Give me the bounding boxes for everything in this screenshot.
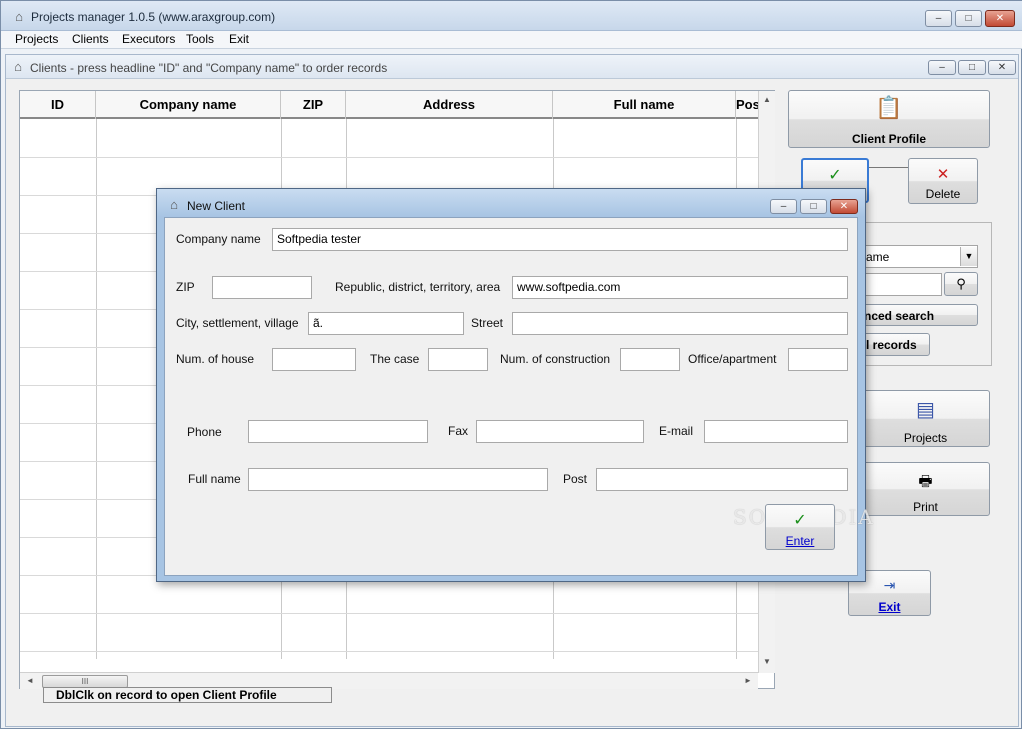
city-input[interactable]: ã.: [308, 312, 464, 335]
street-input[interactable]: [512, 312, 848, 335]
delete-label: Delete: [925, 187, 961, 201]
main-window: ⌂ Projects manager 1.0.5 (www.araxgroup.…: [0, 0, 1022, 729]
grid-header: ID Company name ZIP Address Full name Po…: [20, 91, 758, 119]
menu-exit[interactable]: Exit: [229, 32, 249, 46]
status-hint: DblClk on record to open Client Profile: [43, 687, 332, 703]
post-label: Post: [563, 472, 588, 486]
search-input[interactable]: [861, 273, 942, 296]
menu-clients[interactable]: Clients: [72, 32, 109, 46]
office-label: Office/apartment: [688, 352, 777, 366]
enter-button[interactable]: ✓ Enter: [765, 504, 835, 550]
street-label: Street: [471, 316, 504, 330]
city-label: City, settlement, village: [176, 316, 299, 330]
phone-label: Phone: [187, 425, 222, 439]
dialog-titlebar[interactable]: ⌂ New Client – □ ✕: [157, 189, 865, 217]
column-header-full-name[interactable]: Full name: [553, 91, 736, 119]
print-label: Print: [913, 500, 938, 514]
construction-label: Num. of construction: [500, 352, 611, 366]
scroll-up-icon[interactable]: ▲: [759, 92, 775, 108]
case-label: The case: [370, 352, 420, 366]
clients-window-title: Clients - press headline "ID" and "Compa…: [30, 61, 388, 75]
connector-line: [869, 167, 909, 168]
case-input[interactable]: [428, 348, 488, 371]
chevron-down-icon[interactable]: ▼: [960, 247, 977, 266]
fax-input[interactable]: [476, 420, 644, 443]
region-input[interactable]: www.softpedia.com: [512, 276, 848, 299]
house-label: Num. of house: [176, 352, 255, 366]
grid-row-divider: [20, 157, 758, 158]
child-close-button[interactable]: ✕: [988, 60, 1016, 75]
house-icon: ⌂: [15, 9, 23, 24]
client-profile-label: Client Profile: [851, 132, 926, 146]
phone-input[interactable]: [248, 420, 428, 443]
grid-column-divider: [96, 119, 97, 659]
dialog-maximize-button[interactable]: □: [800, 199, 827, 214]
region-label: Republic, district, territory, area: [335, 280, 501, 294]
projects-button[interactable]: ▤ Projects: [861, 390, 990, 447]
projects-label: Projects: [903, 431, 948, 445]
fax-label: Fax: [448, 424, 469, 438]
enter-label: Enter: [785, 534, 815, 548]
search-field-select-value: ame: [866, 250, 890, 264]
house-input[interactable]: [272, 348, 356, 371]
maximize-button[interactable]: □: [955, 10, 982, 27]
exit-label: Exit: [878, 600, 901, 614]
scroll-right-icon[interactable]: ►: [740, 673, 756, 689]
menu-projects[interactable]: Projects: [15, 32, 58, 46]
minimize-button[interactable]: –: [925, 10, 952, 27]
zip-label: ZIP: [176, 280, 195, 294]
house-icon: ⌂: [14, 59, 22, 74]
dialog-minimize-button[interactable]: –: [770, 199, 797, 214]
search-field-select[interactable]: ame ▼: [861, 245, 978, 268]
child-maximize-button[interactable]: □: [958, 60, 986, 75]
company-name-input[interactable]: Softpedia tester: [272, 228, 848, 251]
column-header-post[interactable]: Pos: [736, 91, 758, 119]
projects-folders-icon: ▤: [916, 399, 935, 421]
dialog-title: New Client: [187, 199, 246, 213]
scroll-down-icon[interactable]: ▼: [759, 654, 775, 670]
menubar: Projects Clients Executors Tools Exit: [1, 31, 1022, 49]
client-profile-button[interactable]: 📋 Client Profile: [788, 90, 990, 148]
house-icon: ⌂: [170, 197, 178, 212]
full-name-label: Full name: [188, 472, 241, 486]
printer-icon: 🖶: [918, 473, 933, 490]
clients-window-titlebar[interactable]: ⌂ Clients - press headline "ID" and "Com…: [6, 55, 1018, 79]
find-button[interactable]: ⚲: [944, 272, 978, 296]
all-records-button[interactable]: l records: [861, 333, 930, 356]
close-button[interactable]: ✕: [985, 10, 1015, 27]
dialog-close-button[interactable]: ✕: [830, 199, 858, 214]
menu-executors[interactable]: Executors: [122, 32, 175, 46]
grid-row-divider: [20, 651, 758, 652]
app-titlebar[interactable]: ⌂ Projects manager 1.0.5 (www.araxgroup.…: [1, 1, 1022, 31]
delete-button[interactable]: ✕ Delete: [908, 158, 978, 204]
post-input[interactable]: [596, 468, 848, 491]
construction-input[interactable]: [620, 348, 680, 371]
column-header-id[interactable]: ID: [20, 91, 96, 119]
app-title: Projects manager 1.0.5 (www.araxgroup.co…: [31, 10, 276, 24]
column-header-address[interactable]: Address: [346, 91, 553, 119]
menu-tools[interactable]: Tools: [186, 32, 214, 46]
grid-row-divider: [20, 613, 758, 614]
check-icon: ✓: [828, 167, 842, 184]
profile-document-icon: 📋: [875, 95, 903, 120]
full-name-input[interactable]: [248, 468, 548, 491]
column-header-zip[interactable]: ZIP: [281, 91, 346, 119]
child-minimize-button[interactable]: –: [928, 60, 956, 75]
check-icon: ✓: [793, 512, 807, 529]
office-input[interactable]: [788, 348, 848, 371]
advanced-search-button[interactable]: nced search: [861, 304, 978, 326]
email-input[interactable]: [704, 420, 848, 443]
delete-x-icon: ✕: [936, 166, 950, 183]
company-name-label: Company name: [176, 232, 261, 246]
zip-input[interactable]: [212, 276, 312, 299]
all-records-label: l records: [866, 338, 917, 352]
print-button[interactable]: 🖶 Print: [861, 462, 990, 516]
scroll-left-icon[interactable]: ◄: [22, 673, 38, 689]
column-header-company-name[interactable]: Company name: [96, 91, 281, 119]
binoculars-icon: ⚲: [956, 276, 966, 291]
advanced-search-label: nced search: [864, 309, 935, 323]
email-label: E-mail: [659, 424, 694, 438]
